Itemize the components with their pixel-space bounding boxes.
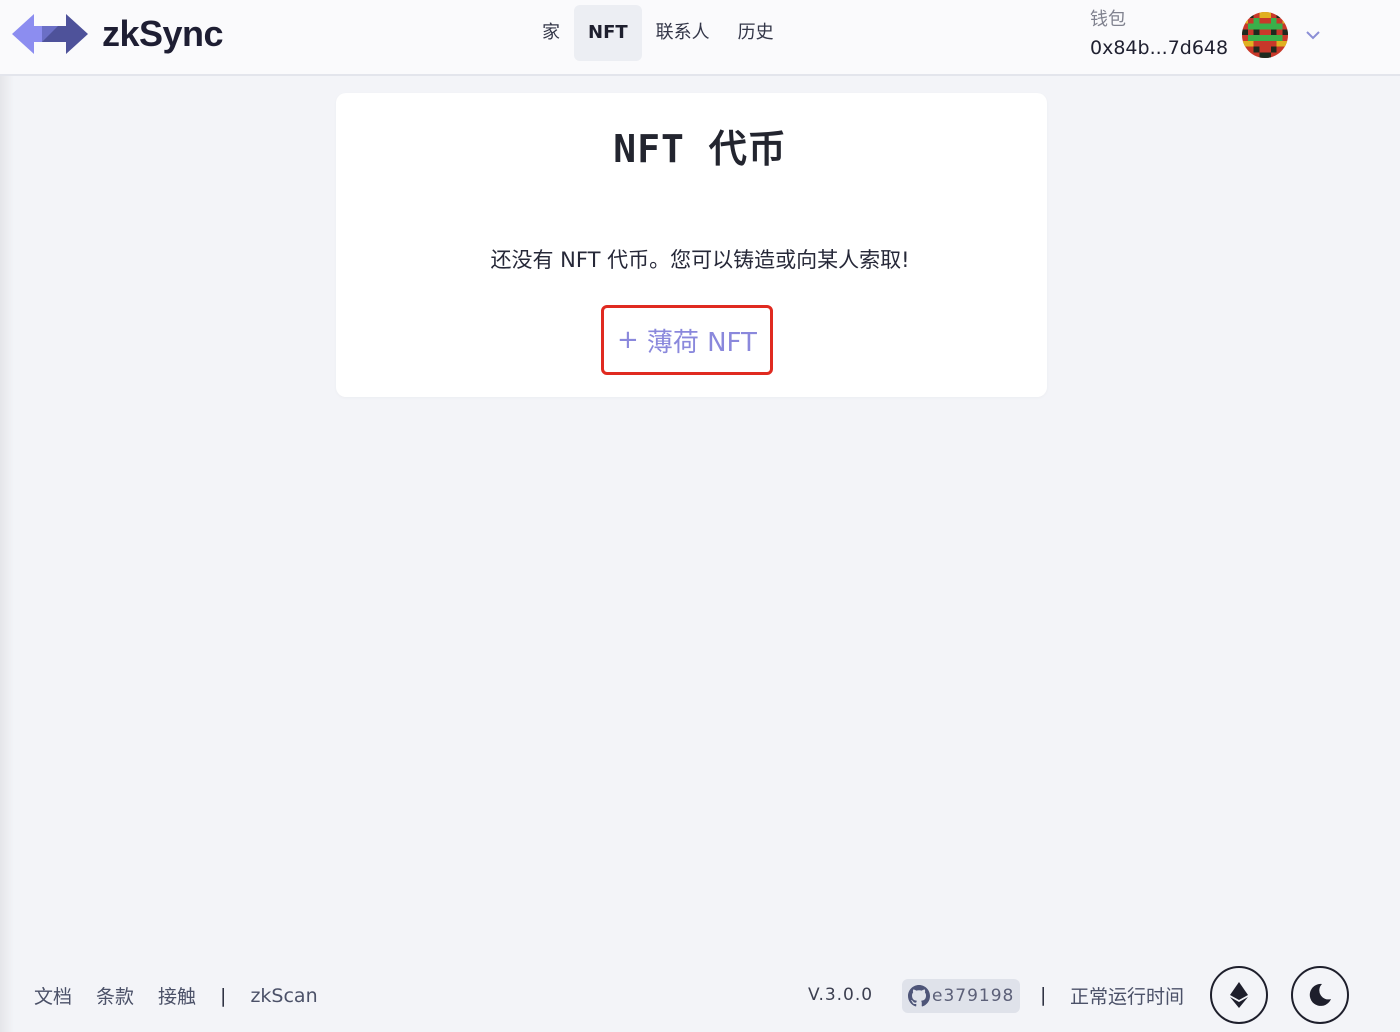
nav-nft[interactable]: NFT bbox=[574, 5, 642, 61]
page-title: NFT 代币 bbox=[613, 127, 787, 171]
empty-state-message: 还没有 NFT 代币。您可以铸造或向某人索取! bbox=[490, 248, 910, 272]
wallet-label: 钱包 bbox=[1090, 9, 1126, 30]
commit-hash: e379198 bbox=[932, 986, 1015, 1006]
main-nav: 家 NFT 联系人 历史 bbox=[528, 5, 788, 61]
footer-link-terms[interactable]: 条款 bbox=[96, 982, 134, 1009]
theme-toggle-button[interactable] bbox=[1291, 966, 1349, 1024]
mint-nft-label: 薄荷 NFT bbox=[646, 327, 757, 358]
page-left-shade bbox=[0, 76, 14, 1032]
network-button[interactable] bbox=[1210, 966, 1268, 1024]
footer-link-docs[interactable]: 文档 bbox=[34, 982, 72, 1009]
top-header: zkSync 家 NFT 联系人 历史 钱包 0x84b...7d648 bbox=[0, 0, 1400, 76]
nav-home[interactable]: 家 bbox=[528, 5, 574, 61]
chevron-down-icon[interactable] bbox=[1303, 25, 1323, 45]
footer-separator-2: | bbox=[1040, 984, 1047, 1006]
footer-link-zkscan[interactable]: zkScan bbox=[250, 985, 317, 1007]
moon-icon bbox=[1309, 983, 1331, 1006]
uptime-link[interactable]: 正常运行时间 bbox=[1070, 982, 1184, 1009]
wallet-address: 0x84b...7d648 bbox=[1090, 37, 1229, 59]
github-icon bbox=[908, 985, 930, 1007]
mint-nft-button[interactable]: + 薄荷 NFT bbox=[601, 305, 773, 375]
pixel-avatar[interactable] bbox=[1242, 12, 1288, 58]
wallet-info[interactable]: 钱包 0x84b...7d648 bbox=[1090, 8, 1228, 60]
nav-history[interactable]: 历史 bbox=[724, 5, 788, 61]
ethereum-icon bbox=[1230, 982, 1248, 1008]
footer-links: 文档 条款 接触 | zkScan bbox=[34, 982, 318, 1009]
footer-separator: | bbox=[220, 984, 227, 1007]
commit-badge[interactable]: e379198 bbox=[902, 979, 1020, 1013]
nav-contacts[interactable]: 联系人 bbox=[642, 5, 724, 61]
version-label: V.3.0.0 bbox=[808, 985, 874, 1005]
logo[interactable]: zkSync bbox=[12, 12, 224, 56]
footer-link-contact[interactable]: 接触 bbox=[158, 982, 196, 1009]
plus-icon: + bbox=[617, 325, 639, 355]
zksync-logo-icon bbox=[12, 14, 88, 54]
logo-text: zkSync bbox=[102, 13, 224, 54]
